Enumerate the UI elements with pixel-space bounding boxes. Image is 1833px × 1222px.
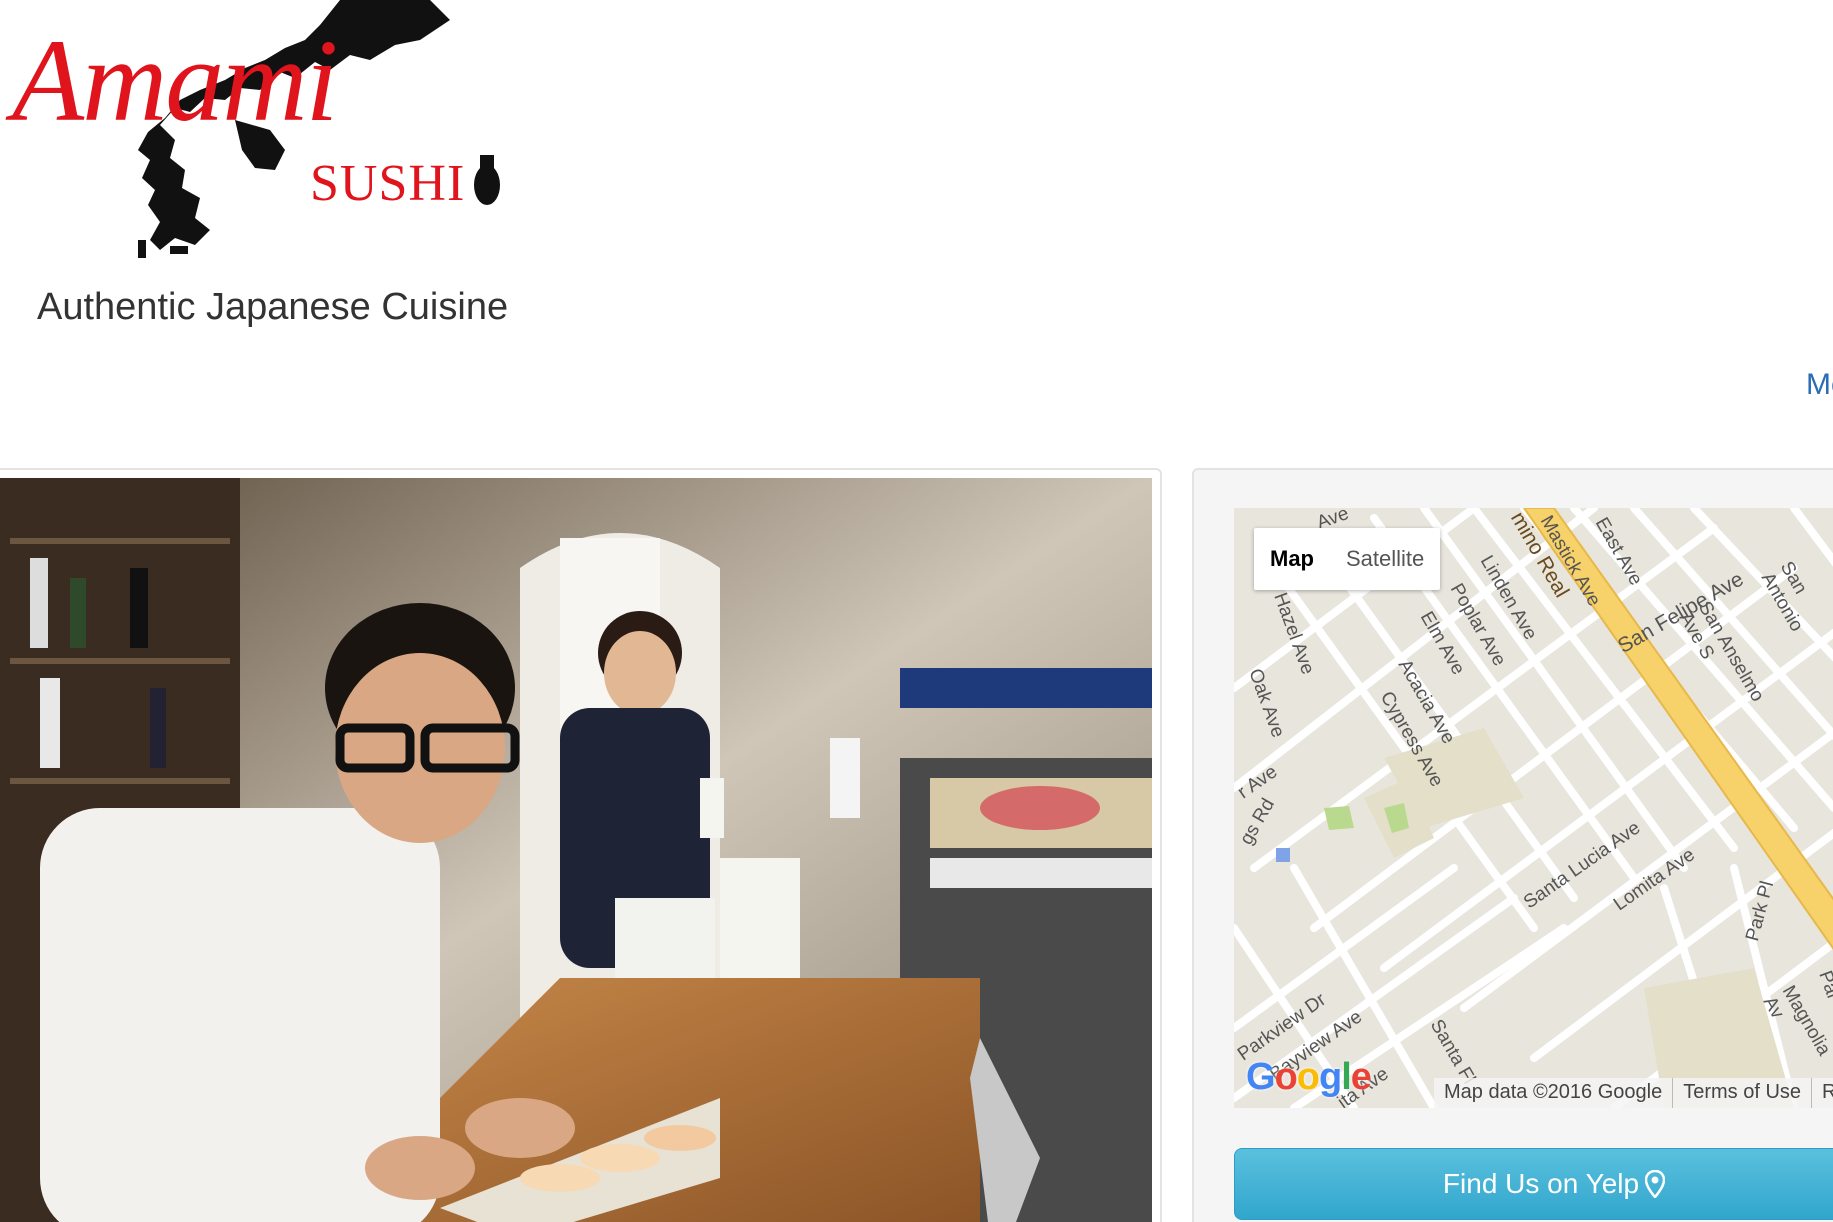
logo-sub-text: SUSHI xyxy=(310,155,466,212)
chef-photo-image xyxy=(0,478,1152,1222)
street-label: Hazel Ave xyxy=(1269,590,1319,678)
site-tagline: Authentic Japanese Cuisine xyxy=(37,286,509,328)
street-label: Pal xyxy=(1814,968,1833,1001)
find-us-on-yelp-button[interactable]: Find Us on Yelp xyxy=(1234,1148,1833,1220)
google-logo-letter: o xyxy=(1274,1056,1298,1098)
map-type-control: Map Satellite xyxy=(1254,528,1441,590)
google-logo[interactable]: Google xyxy=(1246,1056,1372,1099)
google-logo-letter: o xyxy=(1296,1056,1320,1098)
street-label: Park Pl xyxy=(1742,878,1779,944)
street-label: Lomita Ave xyxy=(1610,844,1699,916)
yelp-button-label: Find Us on Yelp xyxy=(1442,1168,1640,1199)
street-label: San Antonio xyxy=(1756,558,1811,636)
street-label: San Anselmo Ave S xyxy=(1674,598,1768,706)
report-error-link[interactable]: R xyxy=(1812,1078,1833,1108)
photo-panel xyxy=(0,468,1162,1222)
google-logo-letter: l xyxy=(1341,1056,1352,1098)
map-attribution-bar: Map data ©2016 Google Terms of Use R xyxy=(1434,1078,1833,1108)
map-attribution[interactable]: Map data ©2016 Google xyxy=(1434,1078,1674,1108)
google-map[interactable]: Oak Ave Hazel Ave Elm Ave Acacia Ave Cyp… xyxy=(1234,508,1833,1108)
nav-menu-link[interactable]: Mo xyxy=(1806,368,1833,402)
chef-photo xyxy=(0,478,1152,1222)
google-logo-letter: e xyxy=(1350,1056,1372,1098)
map-street-labels: Oak Ave Hazel Ave Elm Ave Acacia Ave Cyp… xyxy=(1234,508,1833,1108)
street-label: Oak Ave xyxy=(1244,666,1289,741)
map-type-satellite-button[interactable]: Satellite xyxy=(1330,528,1440,590)
street-label: East Ave xyxy=(1590,514,1647,590)
map-marker-icon xyxy=(1645,1170,1666,1198)
map-type-map-button[interactable]: Map xyxy=(1254,528,1330,590)
terms-of-use-link[interactable]: Terms of Use xyxy=(1673,1078,1813,1108)
street-label: gs Rd xyxy=(1236,795,1280,849)
site-logo[interactable]: Amami SUSHI xyxy=(10,0,510,265)
location-panel: Oak Ave Hazel Ave Elm Ave Acacia Ave Cyp… xyxy=(1192,468,1833,1222)
logo-script-text: Amami xyxy=(12,15,338,146)
google-logo-letter: G xyxy=(1246,1056,1276,1098)
google-logo-letter: g xyxy=(1319,1056,1342,1098)
